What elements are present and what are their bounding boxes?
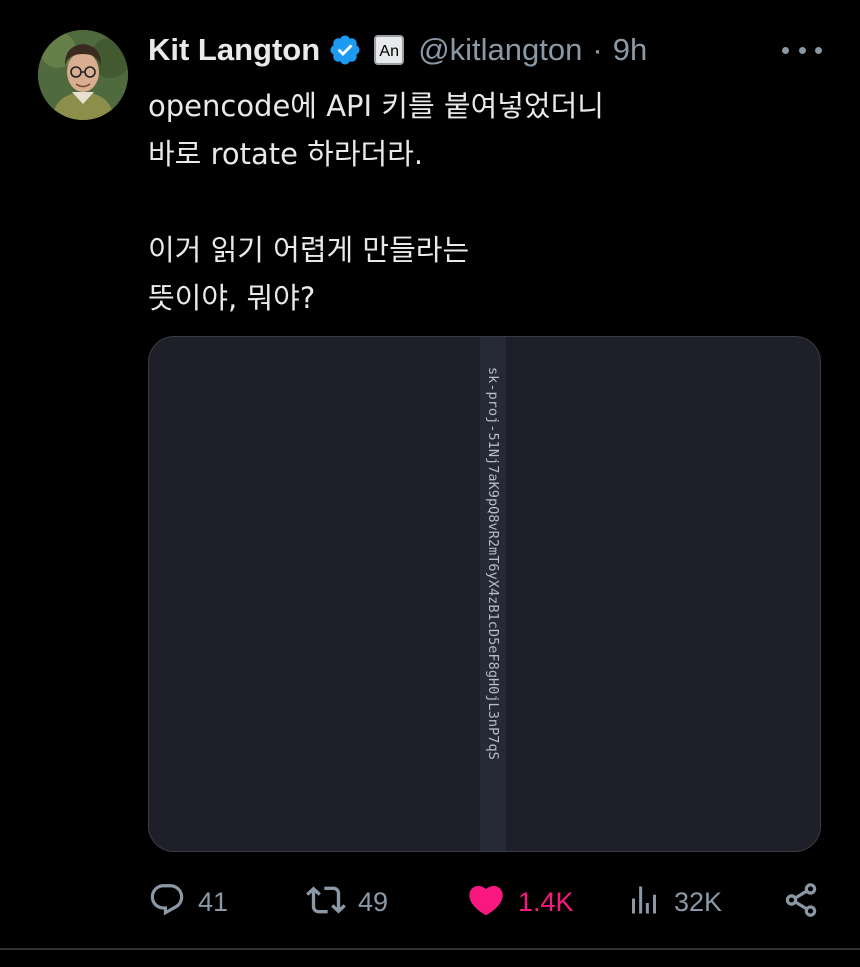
reply-icon: [148, 881, 186, 923]
tweet-header: Kit Langton An @kitlangton · 9h: [148, 26, 647, 74]
separator-dot: ·: [592, 32, 603, 67]
tweet-text: opencode에 API 키를 붙여넣었더니 바로 rotate 하라더라. …: [148, 89, 604, 315]
more-dot: [798, 46, 806, 54]
share-button[interactable]: [782, 878, 820, 926]
heart-icon: [466, 880, 506, 924]
affiliate-label-badge[interactable]: An: [374, 35, 405, 65]
share-icon: [782, 881, 820, 923]
views-button[interactable]: 32K: [626, 878, 722, 926]
repost-count: 49: [358, 886, 389, 917]
views-bar-chart-icon: [626, 882, 662, 922]
verified-badge-icon[interactable]: [328, 33, 362, 67]
user-handle[interactable]: @kitlangton: [418, 32, 582, 68]
avatar[interactable]: [38, 30, 128, 120]
more-dot: [815, 46, 822, 54]
api-key-text: sk-proj-51Nj7aK9pQ8vR2mT6yX4zB1cD5eF8gH0…: [485, 367, 501, 760]
more-dot: [782, 46, 789, 54]
reply-button[interactable]: 41: [148, 878, 228, 926]
like-count: 1.4K: [518, 886, 574, 917]
display-name[interactable]: Kit Langton: [148, 32, 320, 68]
reply-count: 41: [198, 886, 229, 917]
tweet-media-image[interactable]: sk-proj-51Nj7aK9pQ8vR2mT6yX4zB1cD5eF8gH0…: [148, 336, 821, 852]
more-options-icon[interactable]: [782, 38, 822, 62]
timestamp[interactable]: 9h: [613, 32, 647, 68]
repost-button[interactable]: 49: [306, 878, 388, 926]
tweet[interactable]: Kit Langton An @kitlangton · 9h opencode…: [0, 0, 860, 967]
divider: [0, 948, 860, 950]
like-button[interactable]: 1.4K: [466, 878, 574, 926]
repost-icon: [306, 880, 346, 924]
views-count: 32K: [674, 886, 723, 917]
action-bar: 41 49 1.4K 32K: [148, 878, 820, 926]
